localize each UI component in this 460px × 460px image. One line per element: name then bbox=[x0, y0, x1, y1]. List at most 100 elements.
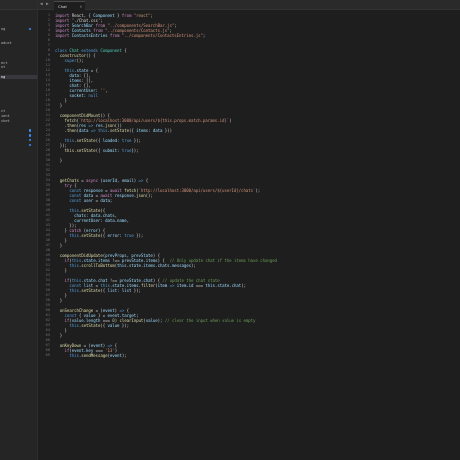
code-token: } bbox=[55, 243, 63, 248]
sidebar-item[interactable] bbox=[0, 133, 37, 137]
code-token: error bbox=[107, 233, 120, 238]
code-token: submit bbox=[102, 148, 118, 153]
code-token: this bbox=[69, 323, 79, 328]
code-token: data bbox=[152, 128, 165, 133]
code-token: (); bbox=[76, 58, 84, 63]
code-token: { bbox=[145, 178, 149, 183]
modified-dot-icon bbox=[28, 143, 31, 147]
code-line: } bbox=[55, 268, 67, 273]
code-token: ) bbox=[229, 118, 232, 123]
code-token: response bbox=[114, 193, 134, 198]
sidebar-item[interactable] bbox=[0, 36, 37, 40]
code-token: } bbox=[55, 298, 63, 303]
modified-dot-icon bbox=[28, 134, 31, 137]
code-token: => bbox=[138, 178, 146, 183]
code-token: this bbox=[69, 233, 79, 238]
sidebar-item-label: ng bbox=[1, 75, 6, 80]
sidebar-item[interactable]: ect bbox=[0, 60, 37, 65]
sidebar-item-label: nt bbox=[1, 65, 6, 70]
code-token: } bbox=[55, 268, 67, 273]
code-token: name bbox=[117, 218, 127, 223]
code-line: .then(data => this.setState({ items: dat… bbox=[55, 128, 173, 133]
code-token: , bbox=[105, 88, 108, 93]
code-token: list bbox=[107, 288, 118, 293]
code-token: data bbox=[78, 128, 91, 133]
sidebar-item[interactable] bbox=[0, 80, 37, 84]
code-line: } bbox=[55, 298, 62, 303]
code-token: user bbox=[83, 198, 96, 203]
sidebar-item[interactable] bbox=[0, 85, 37, 89]
sidebar-item[interactable] bbox=[0, 12, 37, 16]
sidebar-item[interactable] bbox=[0, 94, 37, 98]
sidebar-item[interactable] bbox=[0, 90, 37, 94]
code-token: setState bbox=[81, 288, 101, 293]
code-token: list bbox=[121, 288, 132, 293]
sidebar-item[interactable] bbox=[0, 56, 37, 60]
code-token: from bbox=[121, 13, 134, 18]
code-token: })) bbox=[164, 128, 172, 133]
code-token: socket bbox=[69, 93, 84, 98]
code-token: this bbox=[69, 263, 79, 268]
sidebar-item[interactable] bbox=[0, 124, 37, 128]
sidebar-item[interactable] bbox=[0, 22, 37, 26]
code-token: setState bbox=[81, 233, 101, 238]
code-editor[interactable]: import React, { Component } from "react"… bbox=[55, 10, 460, 460]
explorer-header bbox=[0, 0, 37, 10]
code-token: ); bbox=[255, 188, 261, 193]
code-token: ); bbox=[241, 283, 246, 288]
code-token: this bbox=[117, 263, 127, 268]
code-token: { bbox=[124, 48, 127, 53]
code-token: state bbox=[217, 283, 230, 288]
code-token: ({ bbox=[95, 138, 103, 143]
sidebar-item[interactable]: nt bbox=[0, 65, 37, 70]
code-token: () { bbox=[86, 53, 96, 58]
code-token: ; bbox=[109, 198, 113, 203]
sidebar-item[interactable] bbox=[0, 128, 37, 132]
sidebar-item[interactable] bbox=[0, 31, 37, 35]
sidebar-item[interactable]: ng bbox=[0, 26, 37, 31]
code-token: }); bbox=[133, 138, 141, 143]
code-line: const user = data; bbox=[55, 198, 112, 203]
sidebar-item[interactable]: ng bbox=[0, 75, 37, 80]
sidebar-item[interactable] bbox=[0, 143, 37, 147]
code-token: value bbox=[107, 323, 122, 328]
line-number-gutter: 1 2 3 4 5 6 7 8 9 10 11 12 13 14 15 16 17 18 19 20 21 22 23 24 2… bbox=[38, 10, 52, 460]
sidebar-item[interactable] bbox=[0, 46, 37, 50]
code-token: userId bbox=[102, 178, 118, 183]
nav-back-icon[interactable]: ◀ bbox=[40, 2, 43, 7]
sidebar-item[interactable]: oduct bbox=[0, 41, 37, 45]
code-token: setState bbox=[109, 128, 129, 133]
tab-chat[interactable]: Chat × bbox=[54, 1, 85, 10]
sidebar-item[interactable] bbox=[0, 99, 37, 103]
code-token: === bbox=[195, 283, 206, 288]
sidebar-item-label: ect bbox=[1, 60, 8, 65]
sidebar-item[interactable] bbox=[0, 17, 37, 21]
code-token: ); bbox=[121, 353, 127, 358]
tab-close-icon[interactable]: × bbox=[80, 4, 82, 9]
sidebar-item[interactable]: ct bbox=[0, 109, 37, 113]
code-token: chats bbox=[157, 263, 170, 268]
code-token: }); bbox=[136, 233, 144, 238]
sidebar-item-label: ng bbox=[1, 26, 6, 31]
sidebar-item[interactable]: cket bbox=[0, 119, 37, 123]
code-token: item bbox=[176, 283, 187, 288]
code-line: } bbox=[55, 243, 62, 248]
code-token: items bbox=[136, 128, 149, 133]
sidebar-item[interactable] bbox=[0, 70, 37, 74]
sidebar-item-label: ct bbox=[1, 109, 6, 113]
code-line: } bbox=[55, 158, 62, 163]
code-token: true bbox=[124, 233, 137, 238]
code-token: (); bbox=[145, 193, 153, 198]
code-token: setState bbox=[81, 323, 101, 328]
code-token: . bbox=[55, 128, 67, 133]
sidebar-item[interactable]: ient bbox=[0, 114, 37, 118]
code-token: sendMessage bbox=[81, 353, 108, 358]
code-line: } bbox=[55, 103, 62, 108]
code-token: ; bbox=[202, 33, 206, 38]
sidebar-item[interactable] bbox=[0, 51, 37, 55]
sidebar-item[interactable] bbox=[0, 138, 37, 142]
code-token: id bbox=[188, 283, 196, 288]
sidebar-item[interactable] bbox=[0, 104, 37, 108]
nav-forward-icon[interactable]: ▶ bbox=[46, 2, 49, 7]
